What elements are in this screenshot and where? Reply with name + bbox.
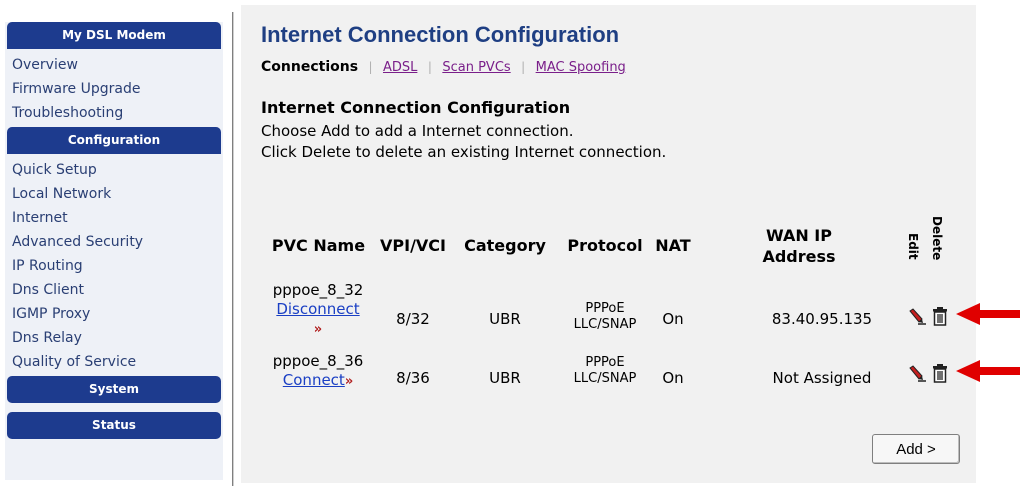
pencil-icon[interactable] <box>907 364 927 384</box>
trash-icon[interactable] <box>930 363 950 383</box>
sidebar-item-firmware-upgrade[interactable]: Firmware Upgrade <box>5 77 223 101</box>
tab-separator: | <box>427 60 432 74</box>
header-wan-ip-line2: Address <box>762 247 836 266</box>
sidebar-item-overview[interactable]: Overview <box>5 53 223 77</box>
wan-ip-value: Not Assigned <box>772 369 872 387</box>
sidebar-header-system[interactable]: System <box>7 376 221 403</box>
tab-separator: | <box>368 60 373 74</box>
sidebar-header-configuration[interactable]: Configuration <box>7 127 221 154</box>
header-category: Category <box>464 236 546 255</box>
sidebar-nav: My DSL Modem Overview Firmware Upgrade T… <box>5 22 223 480</box>
sidebar-item-dns-relay[interactable]: Dns Relay <box>5 326 223 350</box>
sidebar-header-status[interactable]: Status <box>7 412 221 439</box>
protocol-line2: LLC/SNAP <box>573 317 637 332</box>
protocol-line2: LLC/SNAP <box>573 371 637 386</box>
header-delete: Delete <box>930 216 944 261</box>
protocol-line1: PPPoE <box>585 355 625 370</box>
sidebar-item-troubleshooting[interactable]: Troubleshooting <box>5 101 223 125</box>
pvc-name: pppoe_8_32 <box>272 281 364 299</box>
instructions: Choose Add to add a Internet connection.… <box>261 121 666 163</box>
vpi-vci-value: 8/32 <box>396 310 430 328</box>
sub-nav-tabs: Connections | ADSL | Scan PVCs | MAC Spo… <box>261 59 626 75</box>
protocol-value: PPPoE LLC/SNAP <box>559 355 651 387</box>
chevron-right-icon[interactable]: » <box>314 322 322 337</box>
sidebar-item-dns-client[interactable]: Dns Client <box>5 278 223 302</box>
header-nat: NAT <box>655 236 691 255</box>
sidebar-item-advanced-security[interactable]: Advanced Security <box>5 230 223 254</box>
main-panel: Internet Connection Configuration Connec… <box>241 5 976 483</box>
chevron-right-icon[interactable]: » <box>345 374 353 389</box>
tab-adsl[interactable]: ADSL <box>383 60 417 75</box>
sidebar-item-igmp-proxy[interactable]: IGMP Proxy <box>5 302 223 326</box>
connect-link[interactable]: Connect <box>283 371 345 389</box>
wan-ip-value: 83.40.95.135 <box>771 310 873 328</box>
sidebar-item-quick-setup[interactable]: Quick Setup <box>5 158 223 182</box>
sidebar-item-quality-of-service[interactable]: Quality of Service <box>5 350 223 374</box>
nat-value: On <box>662 369 684 387</box>
header-edit: Edit <box>906 233 920 260</box>
tab-scan-pvcs[interactable]: Scan PVCs <box>442 60 510 75</box>
header-protocol: Protocol <box>567 236 643 255</box>
header-wan-ip-address: WAN IP Address <box>739 225 859 267</box>
sidebar-item-ip-routing[interactable]: IP Routing <box>5 254 223 278</box>
disconnect-link[interactable]: Disconnect <box>276 300 359 318</box>
red-arrow-icon <box>956 299 1022 333</box>
tab-mac-spoofing[interactable]: MAC Spoofing <box>536 60 626 75</box>
trash-icon[interactable] <box>930 306 950 326</box>
add-button[interactable]: Add > <box>872 434 960 464</box>
pvc-name: pppoe_8_36 <box>272 352 364 370</box>
sidebar-item-internet[interactable]: Internet <box>5 206 223 230</box>
sidebar-item-local-network[interactable]: Local Network <box>5 182 223 206</box>
category-value: UBR <box>489 369 521 387</box>
pencil-icon[interactable] <box>907 307 927 327</box>
tab-connections[interactable]: Connections <box>261 59 358 75</box>
table-row-1-name-cell: pppoe_8_32 Disconnect » <box>263 281 373 339</box>
sidebar-divider <box>232 12 234 486</box>
header-pvc-name: PVC Name <box>271 236 366 255</box>
category-value: UBR <box>489 310 521 328</box>
red-arrow-icon <box>956 356 1022 390</box>
table-row-2-name-cell: pppoe_8_36 Connect» <box>263 352 373 391</box>
sidebar-header-my-dsl-modem[interactable]: My DSL Modem <box>7 22 221 49</box>
header-wan-ip-line1: WAN IP <box>766 226 832 245</box>
section-title: Internet Connection Configuration <box>261 98 571 117</box>
instruction-line: Click Delete to delete an existing Inter… <box>261 143 667 161</box>
protocol-line1: PPPoE <box>585 301 625 316</box>
vpi-vci-value: 8/36 <box>396 369 430 387</box>
protocol-value: PPPoE LLC/SNAP <box>559 301 651 333</box>
instruction-line: Choose Add to add a Internet connection. <box>261 122 574 140</box>
tab-separator: | <box>521 60 526 74</box>
nat-value: On <box>662 310 684 328</box>
page-title: Internet Connection Configuration <box>261 22 620 47</box>
header-vpi-vci: VPI/VCI <box>380 236 446 255</box>
